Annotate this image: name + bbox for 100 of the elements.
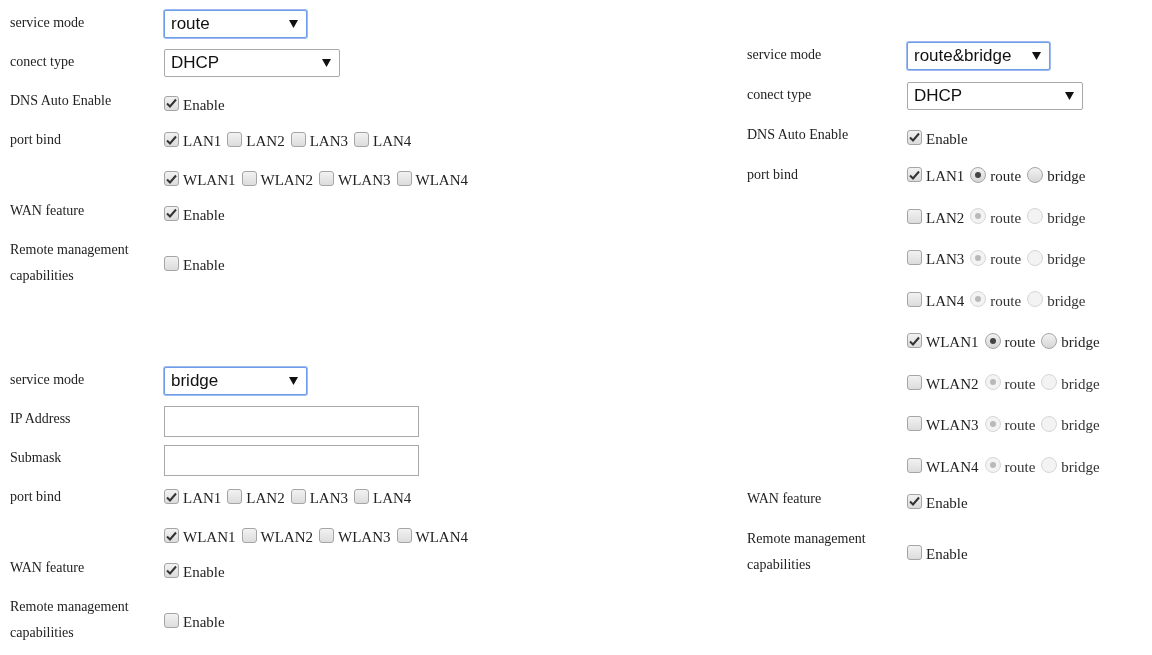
option-label: WLAN2 — [260, 171, 313, 189]
dropdown[interactable]: DHCP — [907, 82, 1083, 110]
option-label: route — [1004, 374, 1036, 393]
caret-icon — [289, 377, 298, 385]
field-label: DNS Auto Enable — [10, 92, 113, 110]
option-label: LAN4 — [373, 132, 412, 150]
checkbox[interactable] — [241, 528, 257, 543]
option-label: WLAN3 — [338, 528, 391, 546]
checkbox[interactable] — [907, 129, 922, 145]
caret-icon — [289, 20, 298, 28]
option-label: LAN2 — [246, 489, 285, 507]
option-label: bridge — [1047, 291, 1086, 310]
checkbox[interactable] — [164, 562, 179, 578]
option-label: WLAN4 — [926, 457, 979, 476]
caret-icon — [322, 59, 331, 67]
option-label: WLAN1 — [183, 171, 236, 189]
option-label: route — [1004, 416, 1036, 435]
check-icon — [909, 335, 920, 346]
check-icon — [166, 530, 177, 541]
dropdown[interactable]: bridge — [164, 367, 307, 395]
dropdown[interactable]: route&bridge — [907, 42, 1050, 70]
field-label: conect type — [10, 53, 76, 71]
checkbox[interactable] — [164, 528, 179, 543]
checkbox[interactable] — [354, 132, 369, 147]
checkbox[interactable] — [164, 612, 179, 628]
checkbox[interactable] — [164, 95, 179, 111]
option-label: Enable — [926, 544, 968, 563]
option-label: WLAN2 — [926, 374, 979, 393]
check-icon — [166, 134, 177, 145]
checkbox[interactable] — [164, 205, 179, 221]
option-label: LAN1 — [183, 489, 222, 507]
option-label: Enable — [183, 612, 225, 631]
checkbox[interactable] — [227, 132, 243, 147]
option-label: WLAN3 — [338, 171, 391, 189]
field-label: Submask — [10, 449, 63, 467]
option-label: bridge — [1061, 416, 1100, 435]
checkbox[interactable] — [396, 171, 412, 186]
checkbox[interactable] — [241, 171, 257, 186]
field-label: Remote management capabilities — [10, 598, 130, 642]
option-label: LAN1 — [926, 167, 965, 186]
field-label: WAN feature — [747, 490, 823, 508]
option-label: route — [990, 291, 1022, 310]
field-label: service mode — [747, 46, 823, 64]
option-label: LAN3 — [926, 250, 965, 269]
dropdown[interactable]: DHCP — [164, 49, 340, 77]
field-label: service mode — [10, 14, 86, 32]
checkbox[interactable] — [319, 528, 334, 543]
option-label: LAN1 — [183, 132, 222, 150]
check-icon — [909, 496, 920, 506]
check-icon — [909, 132, 920, 142]
option-label: LAN2 — [926, 208, 965, 227]
checkbox[interactable] — [907, 493, 922, 509]
radio-button[interactable] — [1027, 166, 1044, 183]
option-label: WLAN2 — [260, 528, 313, 546]
field-label: DNS Auto Enable — [747, 126, 850, 144]
checkbox[interactable] — [290, 489, 306, 504]
field-label: Remote management capabilities — [747, 530, 867, 574]
option-label: LAN4 — [373, 489, 412, 507]
option-label: route — [990, 250, 1022, 269]
field-label: conect type — [747, 86, 813, 104]
checkbox[interactable] — [164, 489, 179, 504]
check-icon — [166, 98, 177, 108]
caret-icon — [1032, 52, 1041, 60]
checkbox[interactable] — [319, 171, 334, 186]
checkbox[interactable] — [907, 333, 922, 349]
checkbox[interactable] — [354, 489, 369, 504]
option-label: WLAN4 — [415, 528, 468, 546]
option-label: Enable — [183, 95, 225, 114]
input-field[interactable] — [164, 406, 419, 437]
field-label: port bind — [747, 166, 799, 184]
checkbox[interactable] — [164, 171, 179, 186]
field-label: service mode — [10, 371, 86, 389]
check-icon — [166, 208, 177, 218]
option-label: WLAN1 — [926, 333, 979, 352]
checkbox[interactable] — [164, 255, 179, 271]
field-label: port bind — [10, 131, 62, 149]
option-label: WLAN3 — [926, 416, 979, 435]
check-icon — [166, 173, 177, 184]
check-icon — [166, 491, 177, 502]
option-label: route — [990, 208, 1022, 227]
check-icon — [909, 169, 920, 180]
checkbox[interactable] — [907, 544, 922, 560]
option-label: route — [1004, 457, 1036, 476]
option-label: WLAN1 — [183, 528, 236, 546]
option-label: Enable — [926, 129, 968, 148]
checkbox[interactable] — [907, 167, 922, 183]
option-label: LAN4 — [926, 291, 965, 310]
checkbox[interactable] — [164, 132, 179, 147]
option-label: Enable — [183, 562, 225, 581]
checkbox[interactable] — [396, 528, 412, 543]
checkbox[interactable] — [227, 489, 243, 504]
option-label: route — [1004, 333, 1036, 352]
dropdown[interactable]: route — [164, 10, 307, 38]
radio-button[interactable] — [970, 166, 987, 183]
checkbox[interactable] — [290, 132, 306, 147]
radio-button[interactable] — [1041, 332, 1058, 349]
input-field[interactable] — [164, 445, 419, 476]
option-label: Enable — [183, 255, 225, 274]
option-label: LAN3 — [309, 489, 348, 507]
radio-button[interactable] — [984, 332, 1001, 349]
